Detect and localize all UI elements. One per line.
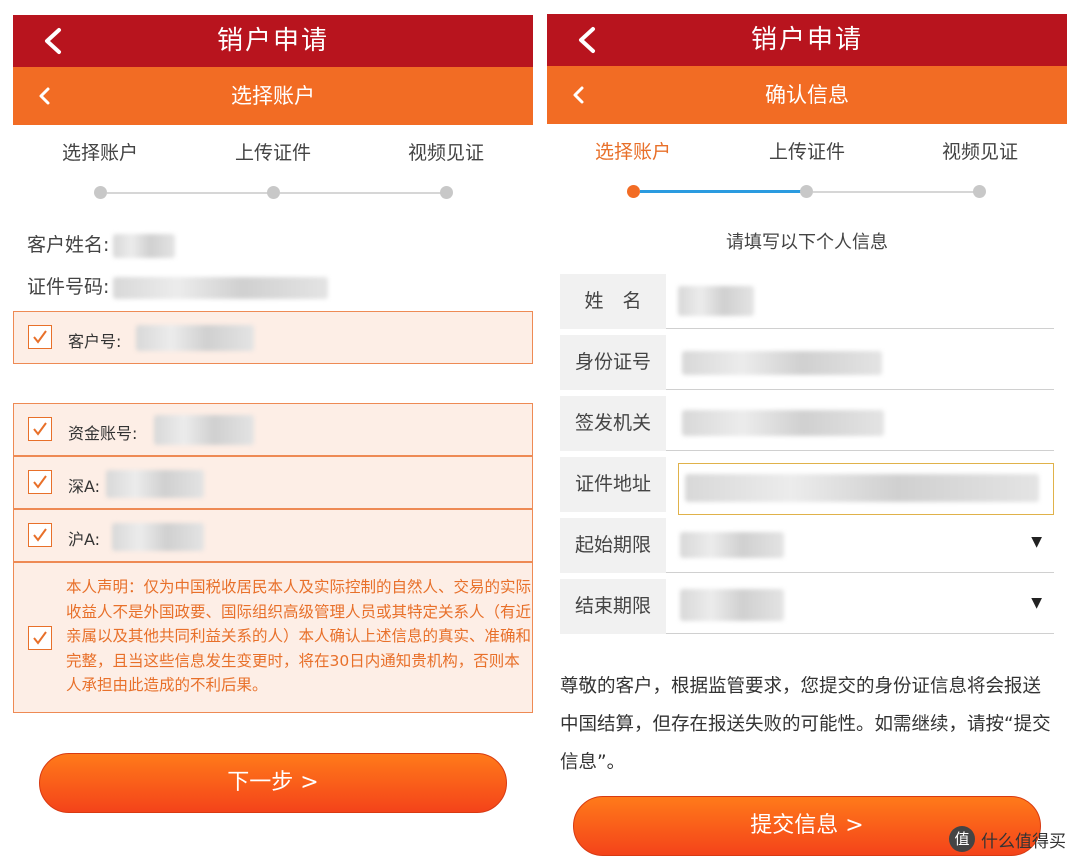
id-address-input[interactable] xyxy=(678,463,1054,515)
masked-value xyxy=(106,470,204,498)
field-issuing-authority: 签发机关 xyxy=(560,396,1054,451)
site-watermark: 值 什么值得买 xyxy=(949,824,1066,854)
customer-name-row: 客户姓名: xyxy=(27,230,176,258)
sub-title: 选择账户 xyxy=(231,84,315,108)
left-screen: 销户申请 选择账户 选择账户 上传证件 视频见证 客户姓名: 证件号码: 客户号… xyxy=(13,0,533,864)
name-input[interactable] xyxy=(666,274,1054,329)
masked-value xyxy=(113,276,329,299)
field-label: 签发机关 xyxy=(560,396,666,451)
top-header: 销户申请 xyxy=(547,14,1067,66)
masked-value xyxy=(113,233,176,258)
customer-no-label: 客户号: xyxy=(68,332,122,351)
field-label: 证件地址 xyxy=(560,457,666,512)
field-label: 起始期限 xyxy=(560,518,666,573)
id-number-input[interactable] xyxy=(666,335,1054,390)
declaration-row[interactable]: 本人声明：仅为中国税收居民本人及实际控制的自然人、交易的实际收益人不是外国政要、… xyxy=(13,562,533,713)
field-start-date: 起始期限 ▼ xyxy=(560,518,1054,573)
account-row-shenzhen[interactable]: 深A: xyxy=(13,456,533,509)
check-icon xyxy=(33,528,47,542)
declaration-text: 本人声明：仅为中国税收居民本人及实际控制的自然人、交易的实际收益人不是外国政要、… xyxy=(66,578,532,694)
masked-value xyxy=(154,415,254,445)
step-dot-1 xyxy=(94,186,107,199)
dropdown-caret-icon: ▼ xyxy=(1031,534,1042,550)
customer-name-label: 客户姓名: xyxy=(27,234,110,256)
shenzhen-label: 深A: xyxy=(68,477,101,496)
account-row-shanghai[interactable]: 沪A: xyxy=(13,509,533,562)
checkbox[interactable] xyxy=(28,325,52,349)
sub-header: 确认信息 xyxy=(547,66,1067,124)
step-label-2: 上传证件 xyxy=(768,141,845,163)
masked-value xyxy=(682,351,882,375)
masked-value xyxy=(680,589,784,621)
right-screen: 销户申请 确认信息 选择账户 上传证件 视频见证 请填写以下个人信息 姓 名 身… xyxy=(547,0,1067,864)
field-id-number: 身份证号 xyxy=(560,335,1054,390)
step-label-1: 选择账户 xyxy=(61,142,138,164)
step-connector xyxy=(813,191,979,193)
check-icon xyxy=(33,475,47,489)
step-dot-3 xyxy=(973,185,986,198)
step-dot-2 xyxy=(800,185,813,198)
sub-header: 选择账户 xyxy=(13,67,533,125)
page-title: 销户申请 xyxy=(216,26,329,56)
masked-value xyxy=(682,410,884,436)
checkbox[interactable] xyxy=(28,626,52,650)
masked-value xyxy=(112,523,204,551)
dropdown-caret-icon: ▼ xyxy=(1031,595,1042,611)
check-icon xyxy=(33,330,47,344)
next-step-button[interactable]: 下一步 > xyxy=(39,753,507,813)
step-dot-1 xyxy=(627,185,640,198)
step-connector xyxy=(640,190,806,193)
field-label: 姓 名 xyxy=(560,274,666,329)
watermark-logo-icon: 值 xyxy=(949,826,975,852)
checkbox[interactable] xyxy=(28,523,52,547)
sub-title: 确认信息 xyxy=(765,83,849,107)
field-label: 结束期限 xyxy=(560,579,666,634)
account-row-customer-no[interactable]: 客户号: xyxy=(13,311,533,364)
step-connector xyxy=(107,192,273,194)
page-title: 销户申请 xyxy=(750,25,863,55)
step-connector xyxy=(280,192,446,194)
form-intro: 请填写以下个人信息 xyxy=(726,232,888,253)
check-icon xyxy=(33,631,47,645)
checkbox[interactable] xyxy=(28,470,52,494)
issuing-authority-input[interactable] xyxy=(666,396,1054,451)
field-name: 姓 名 xyxy=(560,274,1054,329)
step-progress: 选择账户 上传证件 视频见证 xyxy=(547,137,1067,207)
field-id-address: 证件地址 xyxy=(560,457,1054,515)
checkbox[interactable] xyxy=(28,417,52,441)
masked-value xyxy=(685,474,1039,502)
watermark-text: 什么值得买 xyxy=(981,831,1066,852)
start-date-select[interactable]: ▼ xyxy=(666,518,1054,573)
shanghai-label: 沪A: xyxy=(68,530,101,549)
account-row-fund[interactable]: 资金账号: xyxy=(13,403,533,456)
step-label-2: 上传证件 xyxy=(234,142,311,164)
top-header: 销户申请 xyxy=(13,15,533,67)
masked-value xyxy=(680,532,784,558)
check-icon xyxy=(33,422,47,436)
masked-value xyxy=(136,325,254,351)
fund-account-label: 资金账号: xyxy=(68,424,138,443)
step-progress: 选择账户 上传证件 视频见证 xyxy=(13,138,533,208)
step-dot-3 xyxy=(440,186,453,199)
id-number-label: 证件号码: xyxy=(27,276,110,298)
regulatory-notice: 尊敬的客户，根据监管要求，您提交的身份证信息将会报送中国结算，但存在报送失败的可… xyxy=(560,676,1051,773)
masked-value xyxy=(678,286,754,316)
step-label-3: 视频见证 xyxy=(941,141,1018,163)
id-number-row: 证件号码: xyxy=(27,272,329,299)
field-label: 身份证号 xyxy=(560,335,666,390)
step-dot-2 xyxy=(267,186,280,199)
step-label-1: 选择账户 xyxy=(594,141,671,163)
field-end-date: 结束期限 ▼ xyxy=(560,579,1054,634)
end-date-select[interactable]: ▼ xyxy=(666,579,1054,634)
step-label-3: 视频见证 xyxy=(407,142,484,164)
